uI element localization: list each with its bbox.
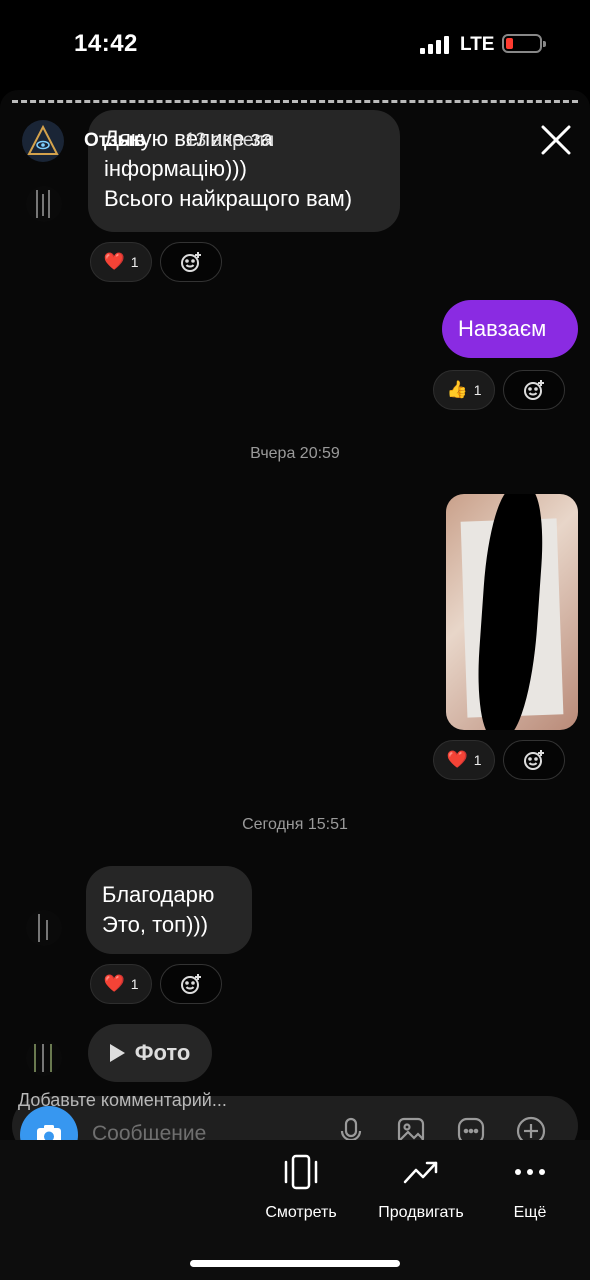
add-reaction-button[interactable] xyxy=(160,964,222,1004)
camera-icon xyxy=(37,1125,61,1140)
more-dots-icon xyxy=(515,1169,545,1175)
reaction-chip[interactable]: ❤️ 1 xyxy=(433,740,495,780)
story-username[interactable]: Отзыв xyxy=(84,130,145,152)
gallery-icon[interactable] xyxy=(394,1114,428,1140)
eye-pyramid-icon xyxy=(27,124,59,155)
trending-up-icon xyxy=(403,1161,438,1184)
signal-icon xyxy=(420,36,450,54)
smile-plus-icon xyxy=(181,252,201,272)
photo-message[interactable] xyxy=(446,494,578,730)
story-date: 13 апреля xyxy=(185,130,275,151)
play-icon xyxy=(109,1044,125,1062)
photo-chip-label: Фото xyxy=(134,1040,191,1065)
plus-circle-icon[interactable] xyxy=(514,1114,548,1140)
incoming-message: Благодарю Это, топ))) xyxy=(86,866,252,954)
view-button[interactable]: Смотреть xyxy=(246,1152,356,1222)
reaction-count: 1 xyxy=(130,976,139,992)
heart-icon: ❤️ xyxy=(103,974,125,993)
avatar xyxy=(26,910,62,946)
network-type: LTE xyxy=(460,34,495,55)
heart-icon: ❤️ xyxy=(446,750,468,769)
thumbs-up-icon: 👍 xyxy=(446,380,468,399)
story-header: Отзыв 13 апреля xyxy=(22,120,576,164)
timestamp: Сегодня 15:51 xyxy=(242,816,348,833)
add-reaction-button[interactable] xyxy=(503,740,565,780)
message-input[interactable]: Сообщение xyxy=(92,1122,206,1140)
add-reaction-button[interactable] xyxy=(160,242,222,282)
reaction-chip[interactable]: 👍 1 xyxy=(433,370,495,410)
promote-label: Продвигать xyxy=(378,1204,464,1221)
photo-preview-button[interactable]: Фото xyxy=(88,1024,212,1082)
home-indicator[interactable] xyxy=(190,1260,400,1267)
microphone-icon[interactable] xyxy=(334,1114,368,1140)
smile-plus-icon xyxy=(524,750,544,770)
comment-hint[interactable]: Добавьте комментарий... xyxy=(18,1090,227,1111)
reaction-count: 1 xyxy=(130,254,139,270)
smile-plus-icon xyxy=(181,974,201,994)
status-bar: 14:42 LTE xyxy=(0,0,590,90)
timestamp: Вчера 20:59 xyxy=(250,445,340,462)
bottom-action-bar: Смотреть Продвигать Ещё xyxy=(0,1140,590,1280)
phone-view-icon xyxy=(284,1154,318,1190)
more-button[interactable]: Ещё xyxy=(475,1152,585,1222)
add-reaction-button[interactable] xyxy=(503,370,565,410)
reaction-count: 1 xyxy=(473,382,482,398)
status-time: 14:42 xyxy=(74,30,138,57)
close-icon xyxy=(541,125,571,155)
smile-plus-icon xyxy=(524,380,544,400)
close-button[interactable] xyxy=(536,120,576,160)
view-label: Смотреть xyxy=(265,1204,337,1221)
avatar xyxy=(26,186,62,222)
sticker-icon[interactable] xyxy=(454,1114,488,1140)
more-label: Ещё xyxy=(513,1204,547,1221)
story-progress-bar xyxy=(12,100,578,103)
reaction-chip[interactable]: ❤️ 1 xyxy=(90,242,152,282)
reaction-count: 1 xyxy=(473,752,482,768)
heart-icon: ❤️ xyxy=(103,252,125,271)
promote-button[interactable]: Продвигать xyxy=(366,1152,476,1222)
avatar xyxy=(26,1040,62,1076)
battery-icon xyxy=(502,34,546,53)
outgoing-message: Навзаєм xyxy=(442,300,578,358)
story-viewer: Дякую велике за інформацію))) Всього най… xyxy=(0,90,590,1140)
reaction-chip[interactable]: ❤️ 1 xyxy=(90,964,152,1004)
story-avatar[interactable] xyxy=(22,120,64,162)
